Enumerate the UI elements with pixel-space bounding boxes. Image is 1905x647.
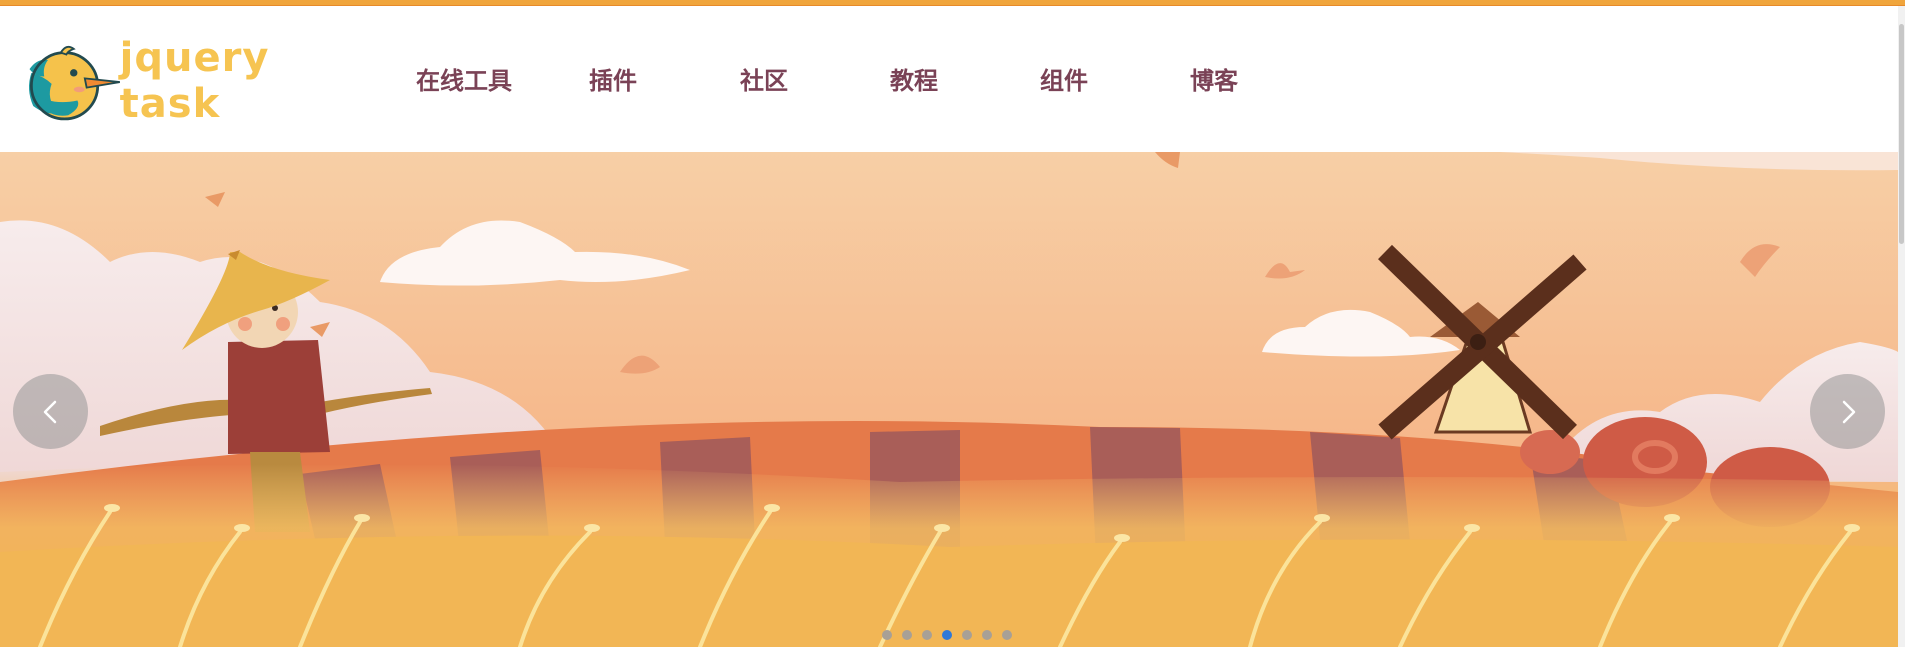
site-logo[interactable]: jquery task bbox=[24, 35, 364, 128]
site-header: jquery task 在线工具 插件 社区 教程 组件 博客 bbox=[0, 6, 1898, 152]
carousel-prev-button[interactable] bbox=[13, 374, 88, 449]
chevron-left-icon bbox=[43, 400, 56, 423]
chevron-right-icon bbox=[1842, 400, 1855, 423]
carousel-dot[interactable] bbox=[962, 630, 972, 640]
nav-item-online-tools[interactable]: 在线工具 bbox=[416, 66, 512, 96]
carousel-dot[interactable] bbox=[1002, 630, 1012, 640]
carousel-dot[interactable] bbox=[982, 630, 992, 640]
nav-item-tutorials[interactable]: 教程 bbox=[890, 66, 938, 96]
bird-mascot-icon bbox=[29, 45, 120, 121]
carousel-dot[interactable] bbox=[882, 630, 892, 640]
carousel-dot-active[interactable] bbox=[942, 630, 952, 640]
carousel-next-button[interactable] bbox=[1810, 374, 1885, 449]
carousel-dot[interactable] bbox=[902, 630, 912, 640]
logo-text: jquery task bbox=[119, 35, 270, 127]
nav-item-blog[interactable]: 博客 bbox=[1190, 66, 1238, 96]
nav-item-plugins[interactable]: 插件 bbox=[589, 66, 637, 96]
scrollbar-thumb[interactable] bbox=[1899, 24, 1904, 244]
carousel-dot[interactable] bbox=[922, 630, 932, 640]
carousel-pagination bbox=[0, 630, 1898, 642]
image-carousel bbox=[0, 152, 1898, 647]
carousel-slide-image bbox=[0, 152, 1898, 647]
page-scrollbar[interactable] bbox=[1898, 6, 1905, 647]
nav-item-community[interactable]: 社区 bbox=[740, 66, 788, 96]
nav-item-components[interactable]: 组件 bbox=[1040, 66, 1088, 96]
